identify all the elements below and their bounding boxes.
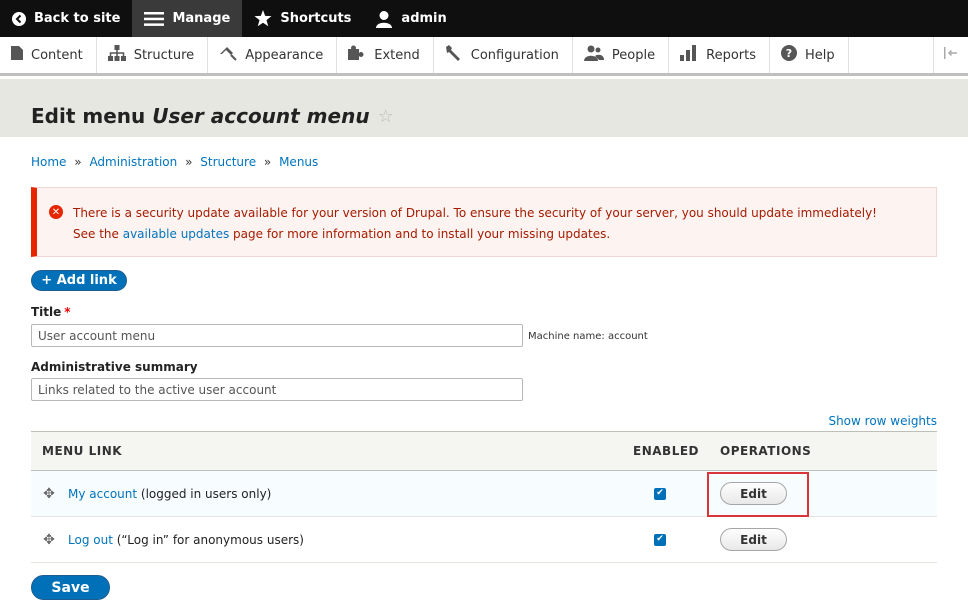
breadcrumb-structure[interactable]: Structure: [200, 155, 256, 169]
help-icon: ?: [781, 45, 797, 65]
tray-item-help[interactable]: ? Help: [770, 37, 849, 73]
edit-button[interactable]: Edit: [720, 528, 787, 551]
shortcuts-tab[interactable]: Shortcuts: [242, 0, 363, 37]
security-warning-message: ✕ There is a security update available f…: [31, 187, 937, 257]
user-tab[interactable]: admin: [363, 0, 458, 37]
tray-item-label: Reports: [706, 47, 756, 63]
tray-item-label: Extend: [374, 47, 420, 63]
highlight-box: [707, 472, 809, 517]
error-icon: ✕: [49, 205, 63, 219]
page-title-menu-name: User account menu: [152, 104, 370, 128]
puzzle-icon: [348, 45, 366, 65]
bar-chart-icon: [680, 45, 698, 65]
row-note: (logged in users only): [137, 486, 272, 501]
breadcrumb: Home » Administration » Structure » Menu…: [31, 155, 318, 169]
breadcrumb-separator: »: [74, 155, 82, 169]
header-menu-link: MENU LINK: [42, 444, 123, 458]
required-marker: *: [64, 305, 71, 319]
tray-item-extend[interactable]: Extend: [337, 37, 434, 73]
back-to-site-link[interactable]: Back to site: [0, 0, 132, 37]
tray-item-structure[interactable]: Structure: [97, 37, 209, 73]
summary-label: Administrative summary: [31, 360, 198, 374]
tray-item-content[interactable]: Content: [0, 37, 97, 73]
drag-handle-icon[interactable]: ✥: [42, 532, 56, 548]
back-to-site-label: Back to site: [34, 11, 121, 26]
user-icon: [375, 10, 393, 28]
tray-item-label: Structure: [133, 47, 195, 63]
title-label: Title *: [31, 305, 71, 319]
user-label: admin: [401, 11, 447, 26]
page-title: Edit menu User account menu ☆: [31, 104, 394, 128]
paintbrush-icon: [219, 45, 237, 65]
manage-tab[interactable]: Manage: [132, 0, 243, 37]
wrench-icon: [445, 45, 463, 65]
breadcrumb-separator: »: [185, 155, 193, 169]
collapse-icon: [944, 47, 958, 63]
tray-item-appearance[interactable]: Appearance: [208, 37, 338, 73]
header-enabled: ENABLED: [633, 444, 699, 458]
document-icon: [11, 46, 23, 64]
log-out-link[interactable]: Log out: [68, 533, 113, 547]
manage-label: Manage: [172, 11, 231, 26]
tray-item-configuration[interactable]: Configuration: [434, 37, 573, 73]
tray-item-reports[interactable]: Reports: [669, 37, 770, 73]
tray-item-label: Configuration: [470, 47, 559, 63]
summary-input[interactable]: [31, 378, 523, 401]
message-line-2: See the available updates page for more …: [73, 224, 920, 245]
enabled-checkbox[interactable]: ✔: [654, 487, 666, 500]
svg-text:?: ?: [786, 47, 792, 60]
header-operations: OPERATIONS: [720, 444, 812, 458]
tray-item-people[interactable]: People: [573, 37, 670, 73]
message-line-1: There is a security update available for…: [73, 206, 877, 220]
breadcrumb-menus[interactable]: Menus: [279, 155, 318, 169]
sitemap-icon: [107, 45, 126, 65]
star-icon: [254, 10, 272, 27]
save-button[interactable]: Save: [31, 575, 110, 600]
message-text: page for more information and to install…: [229, 227, 611, 241]
machine-name: Machine name: account: [528, 331, 648, 342]
drag-handle-icon[interactable]: ✥: [42, 486, 56, 502]
my-account-link[interactable]: My account: [68, 487, 137, 501]
title-label-text: Title: [31, 305, 62, 319]
admin-toolbar: Back to site Manage Shortcuts admin: [0, 0, 968, 37]
row-note: (“Log in” for anonymous users): [112, 532, 304, 547]
row-link-cell: My account (logged in users only): [68, 487, 271, 501]
hamburger-icon: [144, 11, 165, 27]
row-link-cell: Log out (“Log in” for anonymous users): [68, 533, 304, 547]
show-row-weights-link[interactable]: Show row weights: [828, 414, 937, 428]
tray-item-label: People: [611, 47, 656, 63]
breadcrumb-administration[interactable]: Administration: [89, 155, 177, 169]
table-header: MENU LINK ENABLED OPERATIONS: [31, 431, 937, 471]
breadcrumb-separator: »: [263, 155, 272, 169]
tray-orientation-toggle[interactable]: [933, 37, 968, 73]
shortcuts-label: Shortcuts: [280, 11, 352, 26]
title-input[interactable]: [31, 324, 523, 347]
table-row: ✥ Log out (“Log in” for anonymous users)…: [31, 517, 937, 563]
tray-item-label: Content: [31, 47, 83, 63]
tray-item-label: Appearance: [245, 47, 324, 63]
available-updates-link[interactable]: available updates: [123, 227, 230, 241]
tray-item-label: Help: [805, 47, 835, 63]
admin-menu-tray: Content Structure Appearance Extend Conf…: [0, 37, 968, 76]
enabled-checkbox[interactable]: ✔: [654, 533, 666, 546]
people-icon: [583, 45, 604, 65]
message-text: See the: [73, 227, 123, 241]
back-arrow-icon: [12, 11, 26, 26]
breadcrumb-home[interactable]: Home: [31, 155, 66, 169]
page-title-prefix: Edit menu: [31, 104, 153, 128]
shortcut-star-icon[interactable]: ☆: [378, 106, 394, 127]
add-link-button[interactable]: + Add link: [31, 270, 127, 291]
